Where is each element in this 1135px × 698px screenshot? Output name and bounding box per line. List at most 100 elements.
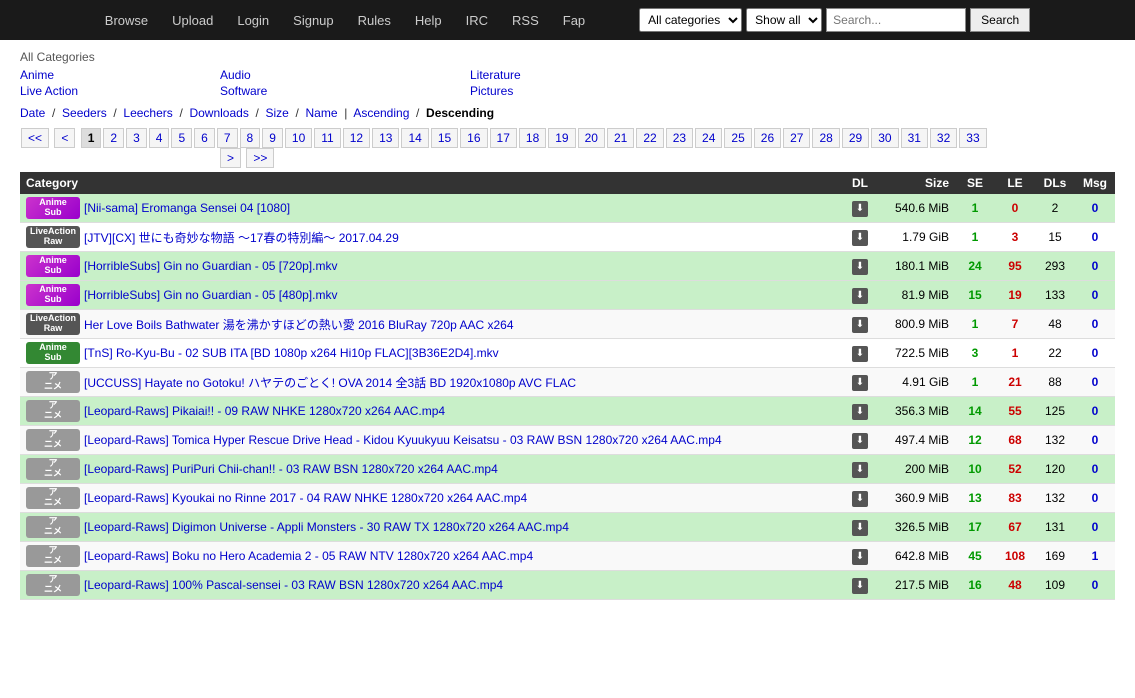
page-next[interactable]: > [220, 148, 241, 168]
category-badge[interactable]: AnimeSub [26, 197, 80, 219]
cat-literature[interactable]: Literature [470, 68, 720, 82]
cat-software[interactable]: Software [220, 84, 470, 98]
download-button[interactable]: ⬇ [852, 288, 868, 304]
torrent-title[interactable]: [Leopard-Raws] PuriPuri Chii-chan!! - 03… [84, 462, 498, 476]
torrent-title[interactable]: [Leopard-Raws] Tomica Hyper Rescue Drive… [84, 433, 722, 447]
download-button[interactable]: ⬇ [852, 462, 868, 478]
download-button[interactable]: ⬇ [852, 259, 868, 275]
nav-irc[interactable]: IRC [466, 13, 488, 28]
page-7[interactable]: 7 [217, 128, 238, 148]
page-15[interactable]: 15 [431, 128, 458, 148]
page-18[interactable]: 18 [519, 128, 546, 148]
sort-leechers[interactable]: Leechers [123, 106, 172, 120]
category-badge[interactable]: AnimeSub [26, 284, 80, 306]
page-24[interactable]: 24 [695, 128, 722, 148]
page-28[interactable]: 28 [812, 128, 839, 148]
torrent-title[interactable]: [Leopard-Raws] Boku no Hero Academia 2 -… [84, 549, 533, 563]
category-badge[interactable]: LiveActionRaw [26, 226, 80, 248]
sort-ascending[interactable]: Ascending [353, 106, 409, 120]
sort-downloads[interactable]: Downloads [189, 106, 248, 120]
page-13[interactable]: 13 [372, 128, 399, 148]
torrent-title[interactable]: Her Love Boils Bathwater 湯を沸かすほどの熱い愛 201… [84, 316, 514, 333]
page-25[interactable]: 25 [724, 128, 751, 148]
download-button[interactable]: ⬇ [852, 317, 868, 333]
torrent-title[interactable]: [UCCUSS] Hayate no Gotoku! ハヤテのごとく! OVA … [84, 374, 576, 391]
download-button[interactable]: ⬇ [852, 433, 868, 449]
torrent-title[interactable]: [Leopard-Raws] 100% Pascal-sensei - 03 R… [84, 578, 503, 592]
torrent-title[interactable]: [JTV][CX] 世にも奇妙な物語 ～17春の特別編～ 2017.04.29 [84, 229, 399, 246]
torrent-title[interactable]: [Leopard-Raws] Digimon Universe - Appli … [84, 520, 569, 534]
sort-name[interactable]: Name [306, 106, 338, 120]
all-categories-link[interactable]: All Categories [20, 50, 95, 64]
category-select[interactable]: All categories [639, 8, 742, 32]
category-badge[interactable]: アニメ [26, 400, 80, 422]
torrent-title[interactable]: [TnS] Ro-Kyu-Bu - 02 SUB ITA [BD 1080p x… [84, 346, 499, 360]
category-badge[interactable]: アニメ [26, 545, 80, 567]
page-23[interactable]: 23 [666, 128, 693, 148]
page-2[interactable]: 2 [103, 128, 124, 148]
page-10[interactable]: 10 [285, 128, 312, 148]
nav-upload[interactable]: Upload [172, 13, 213, 28]
page-22[interactable]: 22 [636, 128, 663, 148]
download-button[interactable]: ⬇ [852, 578, 868, 594]
page-9[interactable]: 9 [262, 128, 283, 148]
page-prev[interactable]: < [54, 128, 75, 148]
page-31[interactable]: 31 [901, 128, 928, 148]
page-20[interactable]: 20 [578, 128, 605, 148]
cat-liveaction[interactable]: Live Action [20, 84, 220, 98]
page-27[interactable]: 27 [783, 128, 810, 148]
torrent-title[interactable]: [HorribleSubs] Gin no Guardian - 05 [480… [84, 288, 337, 302]
page-16[interactable]: 16 [460, 128, 487, 148]
search-button[interactable]: Search [970, 8, 1030, 32]
page-prev-prev[interactable]: << [21, 128, 49, 148]
show-select[interactable]: Show all [746, 8, 822, 32]
nav-rss[interactable]: RSS [512, 13, 539, 28]
category-badge[interactable]: アニメ [26, 487, 80, 509]
page-14[interactable]: 14 [401, 128, 428, 148]
download-button[interactable]: ⬇ [852, 201, 868, 217]
page-17[interactable]: 17 [490, 128, 517, 148]
page-29[interactable]: 29 [842, 128, 869, 148]
category-badge[interactable]: アニメ [26, 429, 80, 451]
download-button[interactable]: ⬇ [852, 230, 868, 246]
download-button[interactable]: ⬇ [852, 404, 868, 420]
download-button[interactable]: ⬇ [852, 549, 868, 565]
page-5[interactable]: 5 [171, 128, 192, 148]
download-button[interactable]: ⬇ [852, 375, 868, 391]
page-32[interactable]: 32 [930, 128, 957, 148]
torrent-title[interactable]: [Nii-sama] Eromanga Sensei 04 [1080] [84, 201, 290, 215]
page-30[interactable]: 30 [871, 128, 898, 148]
page-21[interactable]: 21 [607, 128, 634, 148]
torrent-title[interactable]: [HorribleSubs] Gin no Guardian - 05 [720… [84, 259, 337, 273]
nav-rules[interactable]: Rules [358, 13, 391, 28]
sort-seeders[interactable]: Seeders [62, 106, 107, 120]
page-33[interactable]: 33 [959, 128, 986, 148]
page-4[interactable]: 4 [149, 128, 170, 148]
page-8[interactable]: 8 [240, 128, 261, 148]
sort-size[interactable]: Size [266, 106, 289, 120]
category-badge[interactable]: LiveActionRaw [26, 313, 80, 335]
category-badge[interactable]: AnimeSub [26, 255, 80, 277]
torrent-title[interactable]: [Leopard-Raws] Pikaiai!! - 09 RAW NHKE 1… [84, 404, 445, 418]
nav-login[interactable]: Login [237, 13, 269, 28]
page-12[interactable]: 12 [343, 128, 370, 148]
page-6[interactable]: 6 [194, 128, 215, 148]
download-button[interactable]: ⬇ [852, 346, 868, 362]
category-badge[interactable]: アニメ [26, 371, 80, 393]
page-19[interactable]: 19 [548, 128, 575, 148]
cat-anime[interactable]: Anime [20, 68, 220, 82]
nav-signup[interactable]: Signup [293, 13, 333, 28]
download-button[interactable]: ⬇ [852, 491, 868, 507]
cat-audio[interactable]: Audio [220, 68, 470, 82]
category-badge[interactable]: アニメ [26, 574, 80, 596]
search-input[interactable] [826, 8, 966, 32]
download-button[interactable]: ⬇ [852, 520, 868, 536]
page-next-next[interactable]: >> [246, 148, 274, 168]
nav-fap[interactable]: Fap [563, 13, 585, 28]
sort-date[interactable]: Date [20, 106, 45, 120]
category-badge[interactable]: アニメ [26, 458, 80, 480]
page-11[interactable]: 11 [314, 128, 340, 148]
page-26[interactable]: 26 [754, 128, 781, 148]
page-1[interactable]: 1 [81, 128, 102, 148]
torrent-title[interactable]: [Leopard-Raws] Kyoukai no Rinne 2017 - 0… [84, 491, 527, 505]
